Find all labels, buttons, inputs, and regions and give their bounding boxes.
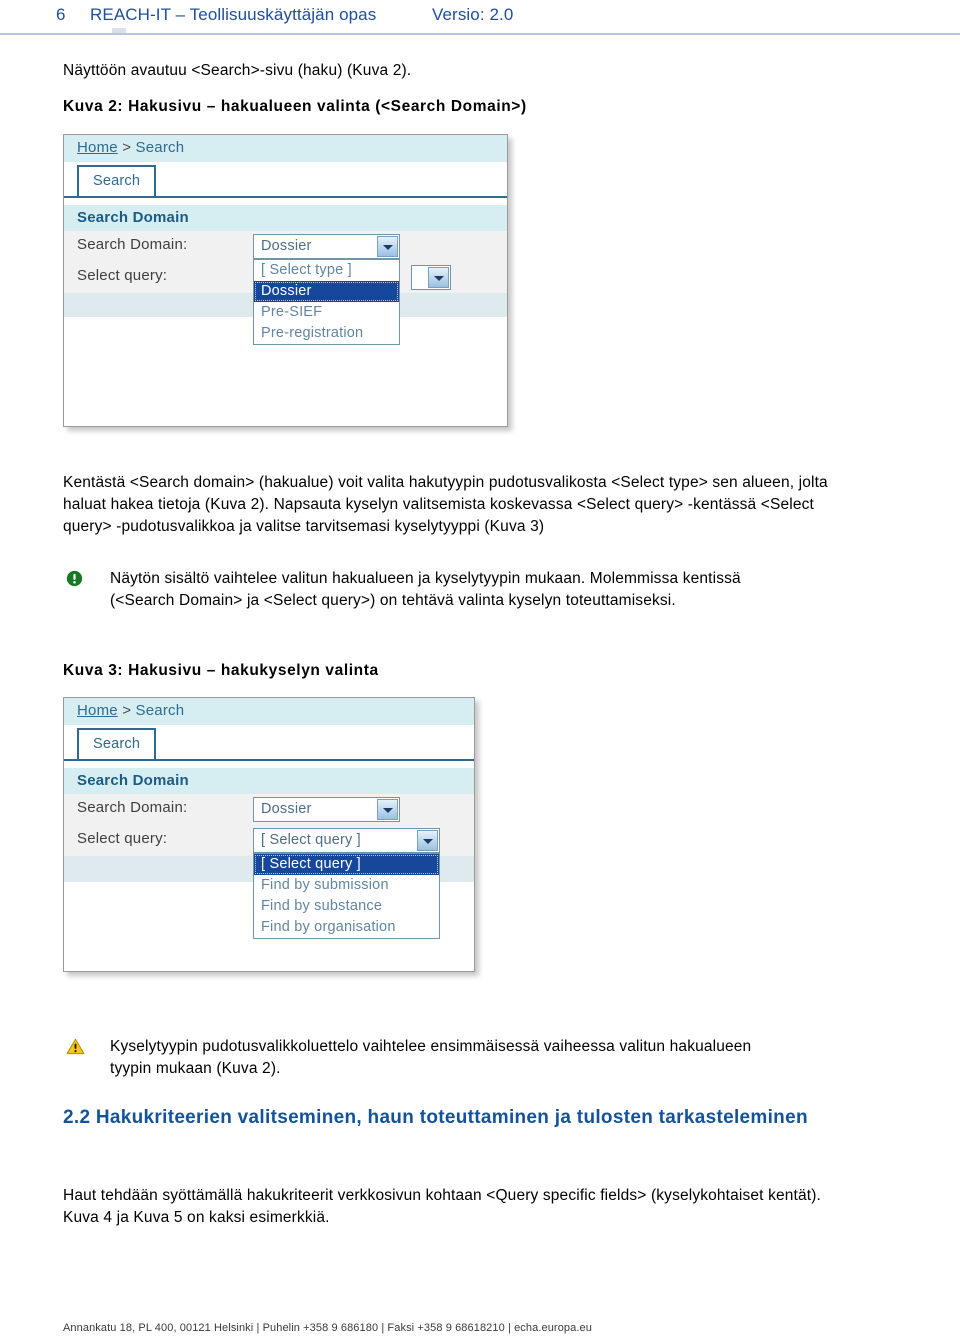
- section-paragraph: Haut tehdään syöttämällä hakukriteerit v…: [63, 1187, 821, 1226]
- fig3-section-bar-label: Search Domain: [77, 772, 189, 789]
- figure2-screenshot: Home > Search Search Search Domain Searc…: [63, 134, 508, 427]
- fig3-tab-strip: Search: [64, 725, 474, 761]
- body-paragraph: Kentästä <Search domain> (hakualue) voit…: [63, 474, 828, 535]
- fig2-section-bar-label: Search Domain: [77, 209, 189, 226]
- fig2-breadcrumb-bar: Home > Search: [64, 135, 507, 162]
- fig2-label-search-domain: Search Domain:: [77, 236, 188, 253]
- fig2-search-domain-options[interactable]: [ Select type ] Dossier Pre-SIEF Pre-regist…: [253, 259, 400, 345]
- chevron-down-icon[interactable]: [428, 267, 449, 288]
- fig3-label-search-domain: Search Domain:: [77, 799, 188, 816]
- fig2-tab-strip: Search: [64, 162, 507, 198]
- fig2-tab-baseline: [64, 196, 507, 198]
- dropdown-option[interactable]: [ Select type ]: [254, 260, 399, 281]
- fig3-breadcrumb-separator: >: [122, 702, 132, 719]
- fig3-tab-baseline: [64, 759, 474, 761]
- dropdown-option[interactable]: Find by organisation: [254, 917, 439, 938]
- page-footer: Annankatu 18, PL 400, 00121 Helsinki | P…: [63, 1322, 592, 1334]
- fig2-breadcrumb-separator: >: [122, 139, 132, 156]
- intro-paragraph: Näyttöön avautuu <Search>-sivu (haku) (K…: [63, 62, 412, 79]
- header-divider: [0, 33, 960, 35]
- fig2-label-select-query: Select query:: [77, 267, 168, 284]
- fig3-select-query-select[interactable]: [ Select query ]: [253, 828, 440, 853]
- fig3-select-query-value: [ Select query ]: [261, 832, 361, 848]
- document-title: REACH-IT – Teollisuuskäyttäjän opas: [90, 5, 377, 24]
- figure3-caption: Kuva 3: Hakusivu – hakukyselyn valinta: [63, 662, 379, 679]
- fig2-breadcrumb-home[interactable]: Home: [77, 139, 118, 156]
- figure2-caption: Kuva 2: Hakusivu – hakualueen valinta (<…: [63, 98, 527, 115]
- header-divider-tick: [112, 28, 126, 33]
- fig2-breadcrumb-current: Search: [135, 139, 185, 156]
- document-version: Versio: 2.0: [432, 5, 514, 24]
- chevron-down-icon[interactable]: [377, 799, 398, 820]
- fig3-section-bar: Search Domain: [64, 767, 474, 795]
- fig3-search-domain-value: Dossier: [261, 801, 312, 817]
- warning-triangle-icon: [66, 1038, 85, 1055]
- page-number: 6: [56, 5, 66, 24]
- fig2-breadcrumb: Home > Search: [77, 139, 184, 156]
- dropdown-option[interactable]: Find by submission: [254, 875, 439, 896]
- fig3-breadcrumb: Home > Search: [77, 702, 184, 719]
- fig3-select-query-options[interactable]: [ Select query ] Find by submission Find b…: [253, 853, 440, 939]
- fig3-breadcrumb-home[interactable]: Home: [77, 702, 118, 719]
- figure3-screenshot: Home > Search Search Search Domain Searc…: [63, 697, 475, 972]
- dropdown-option[interactable]: Pre-registration: [254, 323, 399, 344]
- dropdown-option[interactable]: Find by substance: [254, 896, 439, 917]
- chevron-down-icon[interactable]: [417, 830, 438, 851]
- fig2-select-query-select[interactable]: [411, 265, 451, 290]
- dropdown-option[interactable]: [ Select query ]: [254, 854, 439, 875]
- chevron-down-icon[interactable]: [377, 236, 398, 257]
- warning-note-text: Kyselytyypin pudotusvalikkoluettelo vaih…: [110, 1038, 752, 1077]
- dropdown-option[interactable]: Pre-SIEF: [254, 302, 399, 323]
- fig3-breadcrumb-bar: Home > Search: [64, 698, 474, 725]
- fig3-label-select-query: Select query:: [77, 830, 168, 847]
- info-note-text: Näytön sisältö vaihtelee valitun hakualu…: [110, 570, 741, 609]
- fig3-breadcrumb-current: Search: [135, 702, 185, 719]
- fig2-search-domain-value: Dossier: [261, 238, 312, 254]
- fig2-tab-search[interactable]: Search: [77, 165, 157, 196]
- fig3-tab-search[interactable]: Search: [77, 728, 157, 759]
- fig2-section-bar: Search Domain: [64, 204, 507, 232]
- fig2-search-domain-select[interactable]: Dossier: [253, 234, 400, 259]
- page-running-header: 6 REACH-IT – Teollisuuskäyttäjän opas Ve…: [0, 0, 960, 34]
- fig3-search-domain-select[interactable]: Dossier: [253, 797, 400, 822]
- info-circle-icon: [66, 570, 83, 587]
- section-heading-2-2: 2.2 Hakukriteerien valitseminen, haun to…: [63, 1107, 808, 1128]
- dropdown-option[interactable]: Dossier: [254, 281, 399, 302]
